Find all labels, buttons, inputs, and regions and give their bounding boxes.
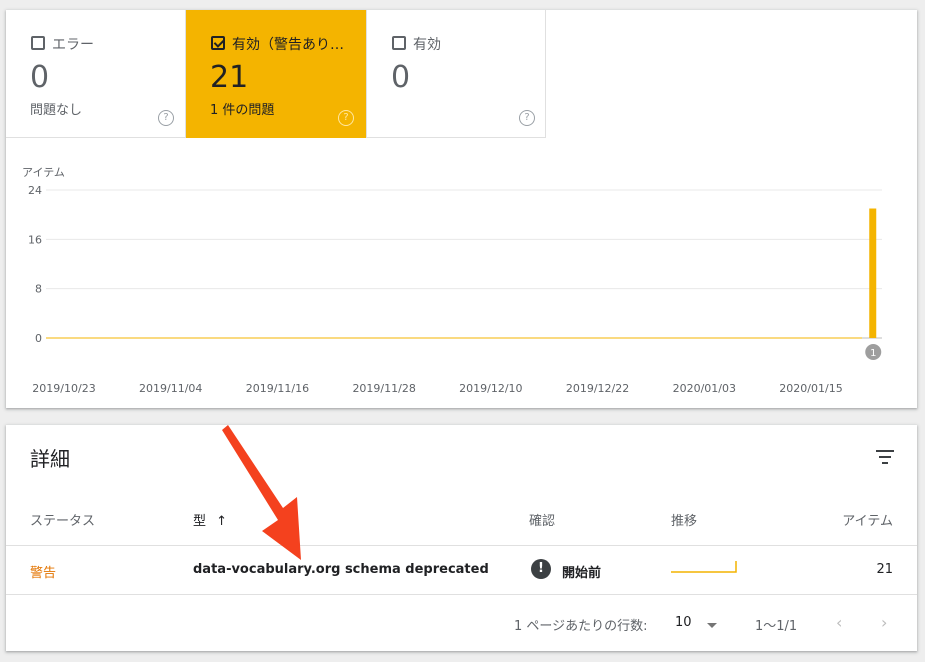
x-tick-label: 2019/11/28 [352, 382, 415, 395]
x-tick-label: 2019/12/22 [566, 382, 629, 395]
items-chart: アイテム 24 16 8 0 2019/10/23 2019/11/04 2019/11/16… [22, 166, 882, 395]
checkbox-icon[interactable] [31, 36, 45, 50]
y-tick-label: 8 [35, 283, 42, 296]
x-tick-label: 2019/10/23 [32, 382, 95, 395]
row-status: 警告 [30, 566, 57, 581]
help-icon[interactable]: ? [158, 110, 174, 126]
tile-valid-count: 0 [391, 60, 411, 95]
y-tick-label: 24 [28, 184, 42, 197]
divider [6, 545, 917, 546]
tile-error-sub: 問題なし [30, 103, 83, 118]
x-tick-label: 2020/01/03 [673, 382, 736, 395]
tile-valid-with-warnings[interactable]: 有効（警告あり… 21 1 件の問題 ? [186, 10, 366, 138]
tile-warning-label: 有効（警告あり… [232, 37, 344, 53]
bar [869, 208, 877, 338]
help-icon[interactable]: ? [519, 110, 535, 126]
x-tick-label: 2019/11/16 [246, 382, 309, 395]
sort-ascending-icon[interactable]: ↑ [216, 514, 227, 529]
checkbox-icon[interactable] [392, 36, 406, 50]
checkbox-checked-icon[interactable] [211, 36, 225, 50]
tile-error-label: エラー [52, 37, 94, 53]
tile-warning-sub: 1 件の問題 [210, 103, 275, 118]
chevron-down-icon[interactable] [707, 623, 717, 628]
column-header-confirm[interactable]: 確認 [529, 510, 555, 529]
y-tick-label: 0 [35, 332, 42, 345]
x-tick-label: 2019/12/10 [459, 382, 522, 395]
column-header-trend[interactable]: 推移 [671, 510, 697, 529]
column-header-type-label: 型 [193, 514, 207, 529]
tile-valid-label: 有効 [413, 37, 441, 53]
not-started-icon: ! [531, 559, 551, 579]
rows-per-page-label: 1 ページあたりの行数: [514, 619, 648, 634]
next-page-button[interactable]: › [881, 613, 887, 632]
filter-icon[interactable] [876, 450, 894, 464]
help-icon[interactable]: ? [338, 110, 354, 126]
row-confirm-status: 開始前 [562, 566, 602, 581]
y-tick-label: 16 [28, 233, 42, 246]
column-header-type[interactable]: 型 ↑ [193, 510, 227, 529]
divider [6, 594, 917, 595]
x-tick-label: 2020/01/15 [779, 382, 842, 395]
tile-error[interactable]: エラー 0 問題なし ? [6, 10, 186, 138]
pagination-range: 1〜1/1 [755, 619, 798, 634]
details-card: 詳細 ステータス 型 ↑ 確認 推移 アイテム 警告 data-vocabula… [6, 425, 917, 651]
details-title: 詳細 [30, 447, 70, 471]
column-header-items[interactable]: アイテム [842, 510, 893, 529]
row-type[interactable]: data-vocabulary.org schema deprecated [193, 562, 489, 577]
tile-error-count: 0 [30, 60, 50, 95]
rows-per-page-select[interactable]: 10 [675, 615, 692, 630]
tile-valid[interactable]: 有効 0 ? [366, 10, 546, 138]
annotation-label: 1 [870, 348, 876, 359]
column-header-status[interactable]: ステータス [30, 510, 95, 529]
row-items: 21 [876, 562, 893, 577]
y-axis-label: アイテム [22, 166, 65, 179]
coverage-summary-card: エラー 0 問題なし ? 有効（警告あり… 21 1 件の問題 ? 有効 0 ?… [6, 10, 917, 408]
prev-page-button[interactable]: ‹ [836, 613, 842, 632]
x-tick-label: 2019/11/04 [139, 382, 202, 395]
tile-warning-count: 21 [210, 60, 249, 95]
trend-sparkline [671, 561, 737, 573]
